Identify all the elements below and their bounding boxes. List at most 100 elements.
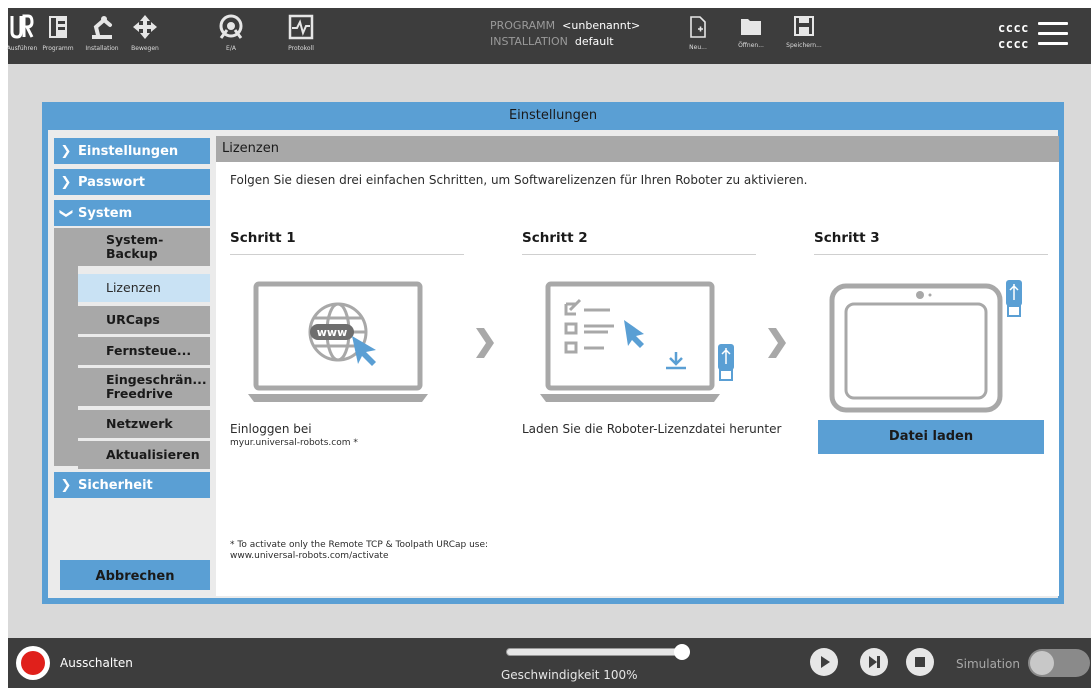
settings-dialog: Einstellungen ❯ Einstellungen ❯ Passwort… <box>42 102 1064 604</box>
menu-item-system[interactable]: ❯ System <box>54 200 210 226</box>
speed-slider-handle[interactable] <box>674 644 690 660</box>
sidebar-item-licenses[interactable]: Lizenzen <box>78 274 210 302</box>
step1-title: Schritt 1 <box>230 230 464 255</box>
program-icon <box>49 16 67 38</box>
cancel-button[interactable]: Abbrechen <box>60 560 210 590</box>
program-name: <unbenannt> <box>562 19 641 32</box>
simulation-label: Simulation <box>956 657 1020 671</box>
nav-installation-button[interactable]: Installation <box>80 8 124 64</box>
speed-label: Geschwindigkeit 100% <box>501 668 638 682</box>
bottom-toolbar: Ausschalten Geschwindigkeit 100% Simulat… <box>8 638 1091 688</box>
play-icon <box>821 656 830 668</box>
robot-id-line1: cccc <box>998 21 1029 35</box>
licenses-panel: Lizenzen Folgen Sie diesen drei einfache… <box>216 136 1059 596</box>
sidebar-item-system-backup[interactable]: System-Backup <box>78 228 210 266</box>
dialog-title: Einstellungen <box>508 108 598 123</box>
ur-logo-icon <box>10 14 34 39</box>
sidebar-item-label: Eingeschrän... Freedrive <box>106 372 207 401</box>
nav-log-label: Protokoll <box>288 45 314 52</box>
open-file-button[interactable]: Öffnen... <box>734 8 768 64</box>
robot-id-line2: cccc <box>998 37 1029 51</box>
step2-title: Schritt 2 <box>522 230 756 255</box>
step1-url: myur.universal-robots.com * <box>230 438 358 448</box>
www-label: www <box>317 326 348 339</box>
dialog-body: ❯ Einstellungen ❯ Passwort ❯ System Syst… <box>48 130 1059 598</box>
step2-text: Laden Sie die Roboter-Lizenzdatei herunt… <box>522 422 782 436</box>
stop-button[interactable] <box>906 648 934 676</box>
new-file-button[interactable]: Neu... <box>684 8 712 64</box>
sidebar-item-update[interactable]: Aktualisieren <box>78 441 210 469</box>
sidebar-item-restricted-freedrive[interactable]: Eingeschrän... Freedrive <box>78 368 210 406</box>
save-file-button[interactable]: Speichern... <box>782 8 826 64</box>
robot-id: cccc cccc <box>998 20 1029 52</box>
menu-item-settings-label: Einstellungen <box>78 143 179 159</box>
intro-text: Folgen Sie diesen drei einfachen Schritt… <box>230 173 808 187</box>
robot-arm-icon <box>92 16 112 39</box>
submenu-indent <box>54 228 78 466</box>
menu-item-password-label: Passwort <box>78 174 145 190</box>
menu-item-safety[interactable]: ❯ Sicherheit <box>54 472 210 498</box>
new-file-label: Neu... <box>689 44 707 51</box>
top-toolbar: Ausführen Programm Installation Bewegen … <box>6 8 1091 64</box>
nav-program-button[interactable]: Programm <box>38 8 78 64</box>
move-arrows-icon <box>133 15 157 39</box>
nav-run-label: Ausführen <box>6 45 38 52</box>
program-info: PROGRAMM <unbenannt> INSTALLATION defaul… <box>490 18 640 50</box>
step1-text: Einloggen bei <box>230 422 312 436</box>
installation-key: INSTALLATION <box>490 35 568 48</box>
nav-log-button[interactable]: Protokoll <box>284 8 318 64</box>
power-off-label: Ausschalten <box>60 656 133 670</box>
sidebar-item-remote-control[interactable]: Fernsteue... <box>78 337 210 365</box>
save-icon <box>794 16 814 36</box>
open-file-label: Öffnen... <box>738 42 764 49</box>
panel-title: Lizenzen <box>216 136 1059 162</box>
step-button[interactable] <box>860 648 888 676</box>
new-file-icon <box>690 16 706 38</box>
sidebar-item-label: System-Backup <box>106 232 164 261</box>
log-icon <box>288 14 314 40</box>
nav-run-button[interactable]: Ausführen <box>6 8 38 64</box>
load-file-button[interactable]: Datei laden <box>818 420 1044 454</box>
step-forward-icon <box>869 656 880 668</box>
laptop-download-icon <box>540 281 734 402</box>
nav-program-label: Programm <box>42 45 74 52</box>
program-key: PROGRAMM <box>490 19 556 32</box>
sidebar-item-network[interactable]: Netzwerk <box>78 410 210 438</box>
step-arrow-icon <box>768 328 786 358</box>
power-off-icon[interactable] <box>16 646 50 680</box>
sidebar-item-label: Lizenzen <box>106 280 161 295</box>
sidebar-item-label: Aktualisieren <box>106 447 200 462</box>
folder-icon <box>741 19 761 35</box>
nav-move-button[interactable]: Bewegen <box>126 8 164 64</box>
menu-item-safety-label: Sicherheit <box>78 477 153 493</box>
step-arrow-icon <box>476 328 494 358</box>
teach-pendant-icon <box>829 280 1022 413</box>
chevron-down-icon: ❯ <box>58 207 74 219</box>
io-icon <box>219 14 243 39</box>
laptop-browser-icon: www <box>248 281 428 402</box>
sidebar-item-urcaps[interactable]: URCaps <box>78 306 210 334</box>
nav-io-label: E/A <box>226 45 236 52</box>
hamburger-menu-icon[interactable] <box>1038 22 1068 48</box>
sidebar-item-label: Fernsteue... <box>106 343 192 358</box>
play-button[interactable] <box>810 648 838 676</box>
chevron-right-icon: ❯ <box>60 174 72 190</box>
footnote-line1: * To activate only the Remote TCP & Tool… <box>230 540 489 550</box>
simulation-toggle[interactable] <box>1028 649 1090 677</box>
step3-title: Schritt 3 <box>814 230 1048 255</box>
nav-installation-label: Installation <box>85 45 119 52</box>
sidebar-item-label: URCaps <box>106 312 160 327</box>
menu-item-system-label: System <box>78 205 133 221</box>
menu-item-settings[interactable]: ❯ Einstellungen <box>54 138 210 164</box>
installation-name: default <box>574 35 614 48</box>
save-file-label: Speichern... <box>786 42 822 49</box>
nav-move-label: Bewegen <box>131 45 159 52</box>
stop-icon <box>915 657 925 667</box>
speed-slider[interactable] <box>506 648 686 656</box>
footnote: * To activate only the Remote TCP & Tool… <box>230 540 488 562</box>
chevron-right-icon: ❯ <box>60 477 72 493</box>
footnote-line2: www.universal-robots.com/activate <box>230 551 389 561</box>
nav-io-button[interactable]: E/A <box>216 8 246 64</box>
sidebar-item-label: Netzwerk <box>106 416 173 431</box>
menu-item-password[interactable]: ❯ Passwort <box>54 169 210 195</box>
